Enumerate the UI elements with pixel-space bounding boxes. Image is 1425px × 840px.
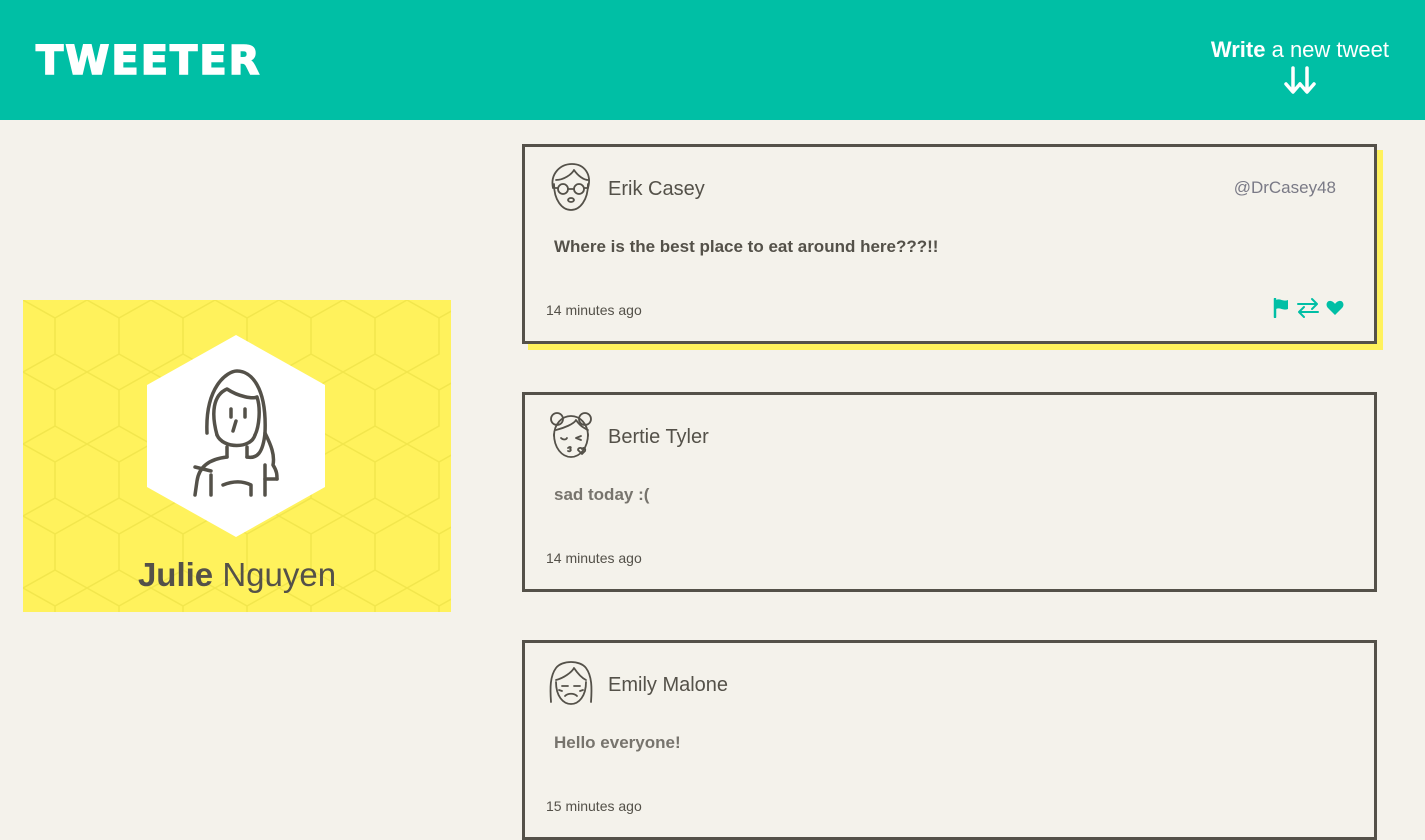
girl-kiss-avatar-icon — [550, 412, 592, 458]
tweet-author-handle[interactable]: @DrCasey48 — [1234, 178, 1336, 198]
tweet-timestamp: 15 minutes ago — [546, 798, 642, 814]
top-navbar: TWEETER Write a new tweet — [0, 0, 1425, 120]
tweet-card[interactable]: Bertie Tyler sad today :( 14 minutes ago — [522, 392, 1377, 592]
profile-last-name: Nguyen — [222, 556, 337, 593]
tweet-text: sad today :( — [554, 485, 650, 504]
tweet-card[interactable]: Erik Casey @DrCasey48 Where is the best … — [522, 144, 1377, 344]
tweet-author-name[interactable]: Emily Malone — [608, 674, 728, 697]
retweet-icon[interactable] — [1296, 297, 1320, 319]
app-logo[interactable]: TWEETER — [35, 37, 261, 85]
tweet-timestamp: 14 minutes ago — [546, 550, 642, 566]
compose-label-strong: Write — [1210, 37, 1266, 62]
compose-toggle-button[interactable]: Write a new tweet — [1189, 36, 1389, 96]
tweet-card[interactable]: Emily Malone Hello everyone! 15 minutes … — [522, 640, 1377, 840]
double-arrow-down-icon[interactable] — [1283, 66, 1317, 96]
tweet-actions — [1272, 297, 1344, 319]
man-glasses-avatar-icon — [551, 163, 590, 211]
woman-avatar-icon[interactable] — [147, 335, 325, 537]
tweet-timestamp: 14 minutes ago — [546, 302, 642, 318]
tweet-text: Hello everyone! — [554, 733, 681, 752]
tweet-author-name[interactable]: Bertie Tyler — [608, 426, 709, 449]
compose-label-rest: a new tweet — [1265, 37, 1389, 62]
tweet-text: Where is the best place to eat around he… — [554, 237, 939, 256]
heart-icon[interactable] — [1326, 300, 1344, 316]
flag-icon[interactable] — [1272, 298, 1290, 318]
woman-sad-avatar-icon — [549, 661, 593, 705]
profile-name: Julie Nguyen — [23, 556, 451, 594]
tweet-author-name[interactable]: Erik Casey — [608, 178, 705, 201]
profile-first-name: Julie — [137, 556, 214, 593]
